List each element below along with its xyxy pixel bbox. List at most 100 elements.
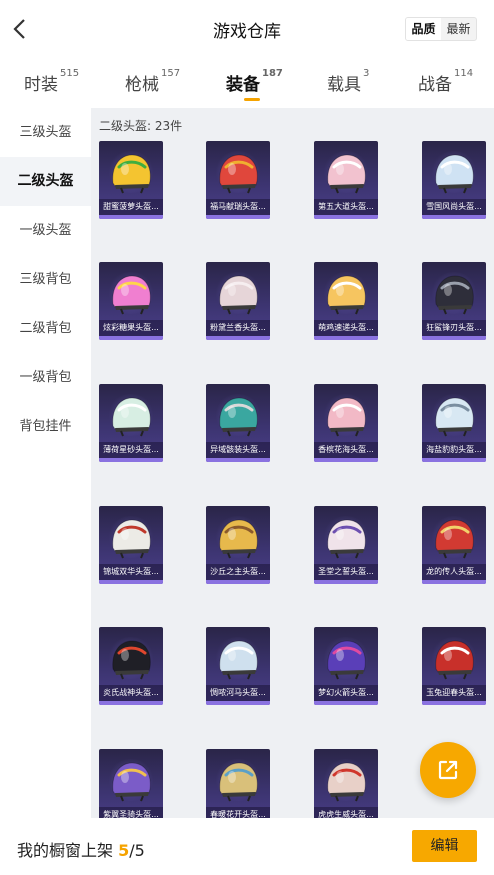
item-name: 异域骸装头盔... bbox=[206, 442, 270, 458]
item-name: 海盐豹豹头盔... bbox=[422, 442, 486, 458]
app-header: 游戏仓库 品质 最新 bbox=[0, 0, 494, 58]
item-card[interactable]: 第五大道头盔... bbox=[314, 141, 378, 219]
edit-button[interactable]: 编辑 bbox=[412, 830, 477, 862]
item-card[interactable]: 炎氏战神头盔... bbox=[99, 627, 163, 705]
tab-equipment[interactable]: 装备187 bbox=[226, 68, 283, 101]
sidebar-item-level1-helmet[interactable]: 一级头盔 bbox=[0, 206, 91, 255]
item-card[interactable]: 狂鲨锋刃头盔... bbox=[422, 262, 486, 340]
item-card[interactable]: 粉黛兰香头盔... bbox=[206, 262, 270, 340]
tab-count: 187 bbox=[262, 68, 283, 79]
tab-count: 114 bbox=[454, 68, 474, 79]
hippo-helmet-icon bbox=[219, 640, 258, 680]
rarity-bar bbox=[422, 336, 486, 340]
item-card[interactable]: 春暖花开头盔... bbox=[206, 749, 270, 818]
flower-helmet-icon bbox=[327, 397, 366, 437]
chick-helmet-icon bbox=[327, 275, 366, 315]
leopard-helmet-icon bbox=[435, 397, 474, 437]
item-card[interactable]: 锦城双华头盔... bbox=[99, 506, 163, 584]
item-name: 玉兔迎春头盔... bbox=[422, 685, 486, 701]
item-card[interactable]: 萌鸡速递头盔... bbox=[314, 262, 378, 340]
tab-fashion[interactable]: 时装515 bbox=[24, 68, 79, 95]
showcase-status: 我的橱窗上架 5/5 bbox=[17, 837, 145, 861]
tab-underline bbox=[244, 98, 260, 101]
rarity-bar bbox=[99, 580, 163, 584]
tab-vehicles[interactable]: 载具3 bbox=[327, 68, 369, 95]
rarity-bar bbox=[422, 701, 486, 705]
item-card[interactable]: 薄荷星砂头盔... bbox=[99, 384, 163, 462]
sidebar-item-level1-backpack[interactable]: 一级背包 bbox=[0, 353, 91, 402]
share-button[interactable] bbox=[420, 742, 476, 798]
item-name: 虎虎生威头盔... bbox=[314, 807, 378, 818]
item-name: 梦幻火箭头盔... bbox=[314, 685, 378, 701]
item-card[interactable]: 福马献瑞头盔... bbox=[206, 141, 270, 219]
rarity-bar bbox=[314, 701, 378, 705]
tab-guns[interactable]: 枪械157 bbox=[125, 68, 181, 95]
item-name: 炎氏战神头盔... bbox=[99, 685, 163, 701]
rarity-bar bbox=[99, 215, 163, 219]
tab-label: 时装 bbox=[24, 75, 58, 95]
rocket-helmet-icon bbox=[327, 640, 366, 680]
rarity-bar bbox=[422, 580, 486, 584]
item-card[interactable]: 甜蜜菠萝头盔... bbox=[99, 141, 163, 219]
item-card[interactable]: 海盐豹豹头盔... bbox=[422, 384, 486, 462]
item-card[interactable]: 炫彩糖果头盔... bbox=[99, 262, 163, 340]
item-card[interactable]: 圣堂之誓头盔... bbox=[314, 506, 378, 584]
item-card[interactable]: 沙丘之主头盔... bbox=[206, 506, 270, 584]
item-name: 狂鲨锋刃头盔... bbox=[422, 320, 486, 336]
sort-quality-button[interactable]: 品质 bbox=[406, 18, 441, 40]
rarity-bar bbox=[314, 458, 378, 462]
sidebar-item-level2-backpack[interactable]: 二级背包 bbox=[0, 304, 91, 353]
showcase-current: 5 bbox=[118, 841, 130, 860]
tab-label: 战备 bbox=[418, 75, 452, 95]
rarity-bar bbox=[99, 701, 163, 705]
item-card[interactable]: 玉兔迎春头盔... bbox=[422, 627, 486, 705]
showcase-label: 我的橱窗上架 bbox=[17, 841, 114, 860]
item-card[interactable]: 梦幻火箭头盔... bbox=[314, 627, 378, 705]
mint-helmet-icon bbox=[112, 397, 151, 437]
item-name: 炫彩糖果头盔... bbox=[99, 320, 163, 336]
item-name: 粉黛兰香头盔... bbox=[206, 320, 270, 336]
rarity-bar bbox=[314, 215, 378, 219]
item-count-label: 二级头盔: 23件 bbox=[99, 119, 183, 133]
rarity-bar bbox=[206, 336, 270, 340]
sidebar-item-level3-backpack[interactable]: 三级背包 bbox=[0, 255, 91, 304]
item-name: 香槟花海头盔... bbox=[314, 442, 378, 458]
item-name: 甜蜜菠萝头盔... bbox=[99, 199, 163, 215]
sidebar-item-level2-helmet[interactable]: 二级头盔 bbox=[0, 157, 91, 206]
rarity-bar bbox=[206, 701, 270, 705]
tab-label: 载具 bbox=[327, 75, 361, 95]
rarity-bar bbox=[422, 215, 486, 219]
tab-supplies[interactable]: 战备114 bbox=[418, 68, 474, 95]
white-helmet-icon bbox=[219, 275, 258, 315]
sidebar: 三级头盔 二级头盔 一级头盔 三级背包 二级背包 一级背包 背包挂件 bbox=[0, 108, 91, 818]
rarity-bar bbox=[314, 336, 378, 340]
candy-helmet-icon bbox=[112, 275, 151, 315]
item-name: 第五大道头盔... bbox=[314, 199, 378, 215]
dune-helmet-icon bbox=[219, 519, 258, 559]
item-card[interactable]: 虎虎生威头盔... bbox=[314, 749, 378, 818]
item-name: 萌鸡速递头盔... bbox=[314, 320, 378, 336]
item-name: 龙的传人头盔... bbox=[422, 564, 486, 580]
item-name: 紫翼圣骑头盔... bbox=[99, 807, 163, 818]
item-card[interactable]: 紫翼圣骑头盔... bbox=[99, 749, 163, 818]
snow-helmet-icon bbox=[435, 154, 474, 194]
item-name: 薄荷星砂头盔... bbox=[99, 442, 163, 458]
item-card[interactable]: 香槟花海头盔... bbox=[314, 384, 378, 462]
flame-helmet-icon bbox=[112, 640, 151, 680]
sort-newest-button[interactable]: 最新 bbox=[441, 18, 476, 40]
tab-count: 157 bbox=[161, 68, 181, 79]
footer-bar: 我的橱窗上架 5/5 编辑 bbox=[0, 818, 494, 875]
pineapple-helmet-icon bbox=[112, 154, 151, 194]
sidebar-item-level3-helmet[interactable]: 三级头盔 bbox=[0, 108, 91, 157]
item-card[interactable]: 龙的传人头盔... bbox=[422, 506, 486, 584]
rarity-bar bbox=[206, 458, 270, 462]
rarity-bar bbox=[99, 336, 163, 340]
tiger-helmet-icon bbox=[327, 762, 366, 802]
rarity-bar bbox=[99, 458, 163, 462]
category-tabs: 时装515 枪械157 装备187 载具3 战备114 bbox=[0, 58, 494, 108]
item-card[interactable]: 雪国风尚头盔... bbox=[422, 141, 486, 219]
sidebar-item-backpack-charm[interactable]: 背包挂件 bbox=[0, 402, 91, 451]
item-card[interactable]: 异域骸装头盔... bbox=[206, 384, 270, 462]
item-name: 圣堂之誓头盔... bbox=[314, 564, 378, 580]
item-card[interactable]: 惆哝河马头盔... bbox=[206, 627, 270, 705]
